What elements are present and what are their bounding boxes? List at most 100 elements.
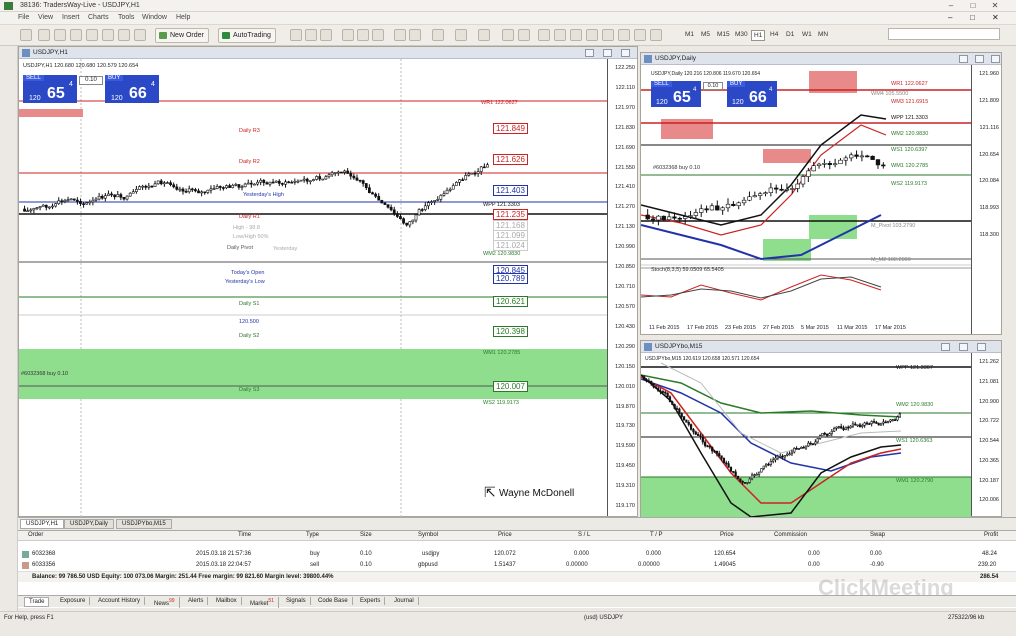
mdi-minimize-icon[interactable]: –	[948, 13, 952, 22]
lot-size-input[interactable]: 0.10	[79, 76, 103, 85]
window-close-icon[interactable]	[621, 49, 630, 57]
mdi-restore-icon[interactable]: □	[970, 13, 975, 22]
tab-usdjpybo-m15[interactable]: USDJPYbo,M15	[116, 519, 172, 529]
timeframe-m15[interactable]: M15	[715, 30, 732, 39]
buy-button[interactable]: BUY 120 66 4	[105, 75, 159, 103]
trendline-icon[interactable]	[570, 29, 582, 41]
col-time[interactable]: Time	[238, 532, 251, 538]
periods-icon[interactable]	[455, 29, 467, 41]
window-close-icon[interactable]	[991, 55, 1000, 63]
fibonacci-icon[interactable]	[602, 29, 614, 41]
crosshair-icon[interactable]	[518, 29, 530, 41]
timeframe-w1[interactable]: W1	[800, 30, 814, 39]
window-maximize-icon[interactable]	[975, 55, 984, 63]
col-symbol[interactable]: Symbol	[418, 532, 438, 538]
close-icon[interactable]: ✕	[988, 0, 1002, 11]
new-order-button[interactable]: New Order	[155, 28, 209, 43]
table-row[interactable]: 6033356 2015.03.18 22:04:57 sell 0.10 gb…	[18, 560, 1016, 571]
autoscroll-icon[interactable]	[394, 29, 406, 41]
candlestick-icon[interactable]	[305, 29, 317, 41]
tab-signals[interactable]: Signals	[282, 597, 311, 605]
timeframe-h4[interactable]: H4	[768, 30, 780, 39]
menu-file[interactable]: File	[18, 14, 29, 21]
maximize-icon[interactable]: □	[966, 0, 980, 11]
col-order[interactable]: Order	[28, 532, 43, 538]
timeframe-d1[interactable]: D1	[784, 30, 796, 39]
chart-window-usdjpy-daily[interactable]: USDJPY,Daily 121.960 121.809 121.116 120…	[640, 52, 1002, 335]
chart-window-usdjpy-h1[interactable]: USDJPY,H1 122.250 122.110 121.970 121.830 12…	[18, 46, 638, 517]
sell-button[interactable]: SELL 120 65 4	[651, 81, 701, 107]
menu-insert[interactable]: Insert	[62, 14, 80, 21]
tab-experts[interactable]: Experts	[356, 597, 386, 605]
chart-caption[interactable]: USDJPY,H1	[19, 47, 637, 59]
tab-journal[interactable]: Journal	[390, 597, 419, 605]
zoom-in-icon[interactable]	[342, 29, 354, 41]
equidistant-channel-icon[interactable]	[586, 29, 598, 41]
text-tool-icon[interactable]	[618, 29, 630, 41]
line-chart-icon[interactable]	[320, 29, 332, 41]
tab-code-base[interactable]: Code Base	[314, 597, 353, 605]
zoom-out-icon[interactable]	[357, 29, 369, 41]
tab-usdjpy-daily[interactable]: USDJPY,Daily	[64, 519, 114, 529]
menu-charts[interactable]: Charts	[88, 14, 109, 21]
minimize-icon[interactable]: –	[944, 0, 958, 11]
col-size[interactable]: Size	[360, 532, 372, 538]
chart-caption[interactable]: USDJPY,Daily	[641, 53, 1001, 65]
horizontal-line-icon[interactable]	[554, 29, 566, 41]
tab-mailbox[interactable]: Mailbox	[212, 597, 242, 605]
label-tool-icon[interactable]	[634, 29, 646, 41]
tab-news[interactable]: News99	[150, 597, 180, 608]
search-input[interactable]	[888, 28, 1000, 40]
window-minimize-icon[interactable]	[585, 49, 594, 57]
sell-button[interactable]: SELL 120 65 4	[23, 75, 77, 103]
table-row[interactable]: 6032368 2015.03.18 21:57:36 buy 0.10 usd…	[18, 549, 1016, 560]
bar-chart-icon[interactable]	[290, 29, 302, 41]
window-maximize-icon[interactable]	[959, 343, 968, 351]
tab-account-history[interactable]: Account History	[94, 597, 146, 605]
window-minimize-icon[interactable]	[959, 55, 968, 63]
window-close-icon[interactable]	[977, 343, 986, 351]
chart-caption[interactable]: USDJPYbo,M15	[641, 341, 1001, 353]
buy-button[interactable]: BUY 120 66 4	[727, 81, 777, 107]
tab-trade[interactable]: Trade	[24, 597, 50, 607]
navigator-icon[interactable]	[70, 29, 82, 41]
strategy-tester-icon[interactable]	[118, 29, 130, 41]
tab-usdjpy-h1[interactable]: USDJPY,H1	[20, 519, 65, 529]
vertical-line-icon[interactable]	[538, 29, 550, 41]
market-watch-icon[interactable]	[54, 29, 66, 41]
window-maximize-icon[interactable]	[603, 49, 612, 57]
chart-window-usdjpybo-m15[interactable]: USDJPYbo,M15 121.262 121.081 120.900 120.72…	[640, 340, 1002, 517]
timeframe-m5[interactable]: M5	[699, 30, 712, 39]
col-tp[interactable]: T / P	[650, 532, 663, 538]
price-chart-m15[interactable]	[641, 353, 971, 517]
col-profit[interactable]: Profit	[984, 532, 998, 538]
terminal-icon[interactable]	[102, 29, 114, 41]
col-current-price[interactable]: Price	[720, 532, 734, 538]
menu-tools[interactable]: Tools	[118, 14, 134, 21]
cursor-icon[interactable]	[502, 29, 514, 41]
metaeditor-icon[interactable]	[134, 29, 146, 41]
autotrading-button[interactable]: AutoTrading	[218, 28, 276, 43]
col-type[interactable]: Type	[306, 532, 319, 538]
arrows-icon[interactable]	[650, 29, 662, 41]
tile-windows-icon[interactable]	[372, 29, 384, 41]
tab-market[interactable]: Market51	[246, 597, 279, 608]
chart-shift-icon[interactable]	[409, 29, 421, 41]
mdi-close-icon[interactable]: ✕	[992, 13, 999, 22]
window-minimize-icon[interactable]	[941, 343, 950, 351]
col-sl[interactable]: S / L	[578, 532, 590, 538]
templates-icon[interactable]	[478, 29, 490, 41]
col-price[interactable]: Price	[498, 532, 512, 538]
timeframe-m30[interactable]: M30	[733, 30, 750, 39]
timeframe-h1[interactable]: H1	[751, 30, 766, 41]
timeframe-mn[interactable]: MN	[816, 30, 830, 39]
lot-size-input[interactable]: 0.10	[703, 82, 723, 90]
data-window-icon[interactable]	[86, 29, 98, 41]
col-swap[interactable]: Swap	[870, 532, 885, 538]
menu-view[interactable]: View	[38, 14, 53, 21]
tab-exposure[interactable]: Exposure	[56, 597, 91, 605]
indicators-icon[interactable]	[432, 29, 444, 41]
menu-help[interactable]: Help	[176, 14, 190, 21]
tab-alerts[interactable]: Alerts	[184, 597, 209, 605]
new-chart-icon[interactable]	[20, 29, 32, 41]
